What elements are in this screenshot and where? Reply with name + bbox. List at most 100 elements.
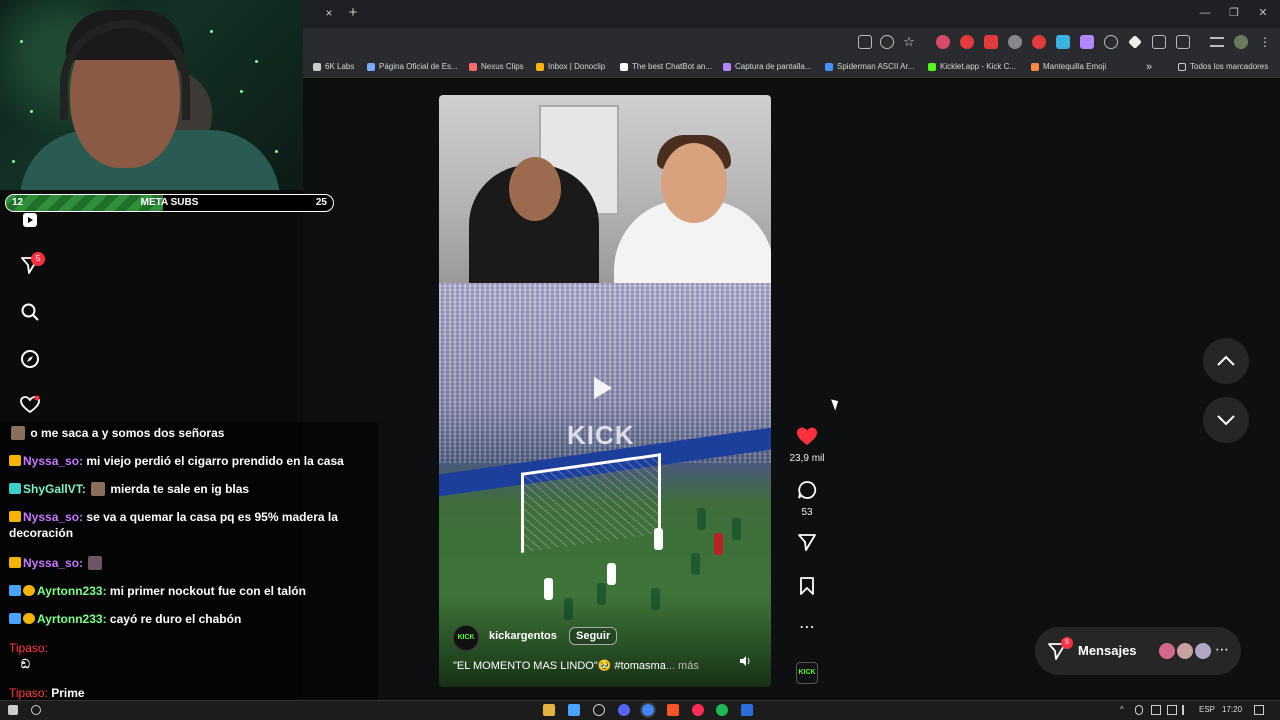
coin-badge-icon <box>23 613 35 624</box>
bookmark-label: Nexus Clips <box>481 62 524 71</box>
video-top-frame <box>439 95 771 290</box>
channel-avatar[interactable]: KICK <box>453 625 479 651</box>
extension-icon-4[interactable] <box>1008 35 1022 49</box>
chat-text: mierda te sale en ig blas <box>110 482 250 496</box>
kebab-menu-icon[interactable]: ⋮ <box>1258 35 1272 49</box>
brave-icon[interactable] <box>667 704 679 716</box>
adblock-icon[interactable] <box>984 35 998 49</box>
share-action[interactable] <box>794 532 820 557</box>
sound-icon[interactable] <box>739 655 751 670</box>
chevron-down-icon <box>1217 415 1235 426</box>
comment-action[interactable]: 53 <box>794 480 820 518</box>
messages-panel[interactable]: 5 Mensajes ⋯ <box>1035 627 1241 675</box>
network-icon[interactable] <box>1167 705 1177 715</box>
save-action[interactable] <box>794 576 820 601</box>
more-options-icon[interactable]: ⋯ <box>794 620 820 636</box>
microphone-icon[interactable] <box>1135 705 1143 715</box>
taskbar-app-icon[interactable] <box>568 704 580 716</box>
bookmark-item[interactable]: Inbox | Donoclip <box>536 60 605 74</box>
chat-username[interactable]: Tipaso: <box>9 641 48 655</box>
bookmark-item[interactable]: Spiderman ASCII Ar... <box>825 60 914 74</box>
minimize-button[interactable]: — <box>1198 6 1212 20</box>
chat-text: o me saca a y somos dos señoras <box>30 426 225 440</box>
chat-username[interactable]: Nyssa_so: <box>23 556 83 570</box>
meta-subs-label: META SUBS <box>140 197 199 208</box>
chat-username[interactable]: Ayrtonn233: <box>37 612 107 626</box>
play-icon[interactable] <box>594 377 612 399</box>
taskbar-app-icon[interactable] <box>593 704 605 716</box>
chat-username[interactable]: ShyGallVT: <box>23 482 86 496</box>
audio-thumbnail[interactable]: KICK <box>796 662 818 684</box>
like-action[interactable]: 23,9 mil <box>789 426 825 464</box>
chrome-icon[interactable] <box>642 704 654 716</box>
start-icon[interactable] <box>8 705 18 715</box>
extensions-puzzle-icon[interactable] <box>1176 35 1190 49</box>
close-window-button[interactable]: ✕ <box>1256 6 1270 20</box>
heart-notifications-icon[interactable] <box>18 393 42 417</box>
bookmark-item[interactable]: Kicklet.app - Kick C... <box>928 60 1016 74</box>
bookmark-favicon-icon <box>620 63 628 71</box>
comment-icon[interactable] <box>797 480 817 500</box>
file-explorer-icon[interactable] <box>543 704 555 716</box>
taskbar-app-icon[interactable] <box>741 704 753 716</box>
reels-icon[interactable] <box>18 208 42 232</box>
bookmark-item[interactable]: Mantequilla Emoji <box>1031 60 1106 74</box>
notifications-icon[interactable] <box>1254 705 1264 715</box>
extension-icon-6[interactable] <box>1056 35 1070 49</box>
clock[interactable]: 17:20 <box>1222 704 1242 716</box>
bookmark-label: Inbox | Donoclip <box>548 62 606 71</box>
chat-message: Nyssa_so: se va a quemar la casa pq es 9… <box>9 509 374 541</box>
channel-username[interactable]: kickargentos <box>489 630 557 642</box>
spotify-icon[interactable] <box>716 704 728 716</box>
zoom-icon[interactable] <box>880 35 894 49</box>
search-icon[interactable] <box>18 300 42 324</box>
extension-icon-1[interactable] <box>936 35 950 49</box>
follow-button[interactable]: Seguir <box>569 627 618 645</box>
heart-icon[interactable] <box>796 426 818 446</box>
chat-text: mi viejo perdió el cigarro prendido en l… <box>86 454 344 468</box>
extension-icon-5[interactable] <box>1032 35 1046 49</box>
bookmark-label: Captura de pantalla... <box>735 62 812 71</box>
explore-icon[interactable] <box>18 347 42 371</box>
chat-username[interactable]: Ayrtonn233: <box>37 584 107 598</box>
sub-badge-icon <box>9 483 21 494</box>
volume-icon[interactable] <box>1182 705 1192 715</box>
chat-username[interactable]: Tipaso: <box>9 686 48 700</box>
language-indicator[interactable]: ESP <box>1199 704 1215 716</box>
reel-video[interactable]: KICK KICK kickargentos Seguir "EL MOMENT… <box>439 95 771 687</box>
discord-icon[interactable] <box>618 704 630 716</box>
bookmark-item[interactable]: Captura de pantalla... <box>723 60 812 74</box>
all-bookmarks-button[interactable]: Todos los marcadores <box>1178 60 1268 74</box>
tray-app-icon[interactable] <box>1151 705 1161 715</box>
chat-username[interactable]: Nyssa_so: <box>23 454 83 468</box>
install-app-icon[interactable] <box>858 35 872 49</box>
caption-more-link[interactable]: ... más <box>666 660 699 672</box>
video-caption[interactable]: "EL MOMENTO MAS LINDO"🥹 #tomasma... más <box>453 659 753 672</box>
more-icon[interactable]: ⋯ <box>1215 641 1229 658</box>
tray-overflow-icon[interactable]: ^ <box>1120 704 1124 716</box>
chat-username[interactable]: Nyssa_so: <box>23 510 83 524</box>
maximize-button[interactable]: ❐ <box>1227 6 1241 20</box>
previous-reel-button[interactable] <box>1203 338 1249 384</box>
bookmark-item[interactable]: Página Oficial de Es... <box>367 60 458 74</box>
close-tab-icon[interactable]: × <box>322 6 336 20</box>
taskbar-search-icon[interactable] <box>31 705 41 715</box>
bookmarks-overflow-button[interactable]: » <box>1146 60 1152 74</box>
bookmark-label: The best ChatBot an... <box>632 62 713 71</box>
bookmark-item[interactable]: 6K Labs <box>313 60 354 74</box>
bookmark-item[interactable]: Nexus Clips <box>469 60 524 74</box>
bookmark-icon[interactable] <box>798 576 816 596</box>
extension-icon-10[interactable] <box>1152 35 1166 49</box>
bookmark-item[interactable]: The best ChatBot an... <box>620 60 712 74</box>
extension-icon-2[interactable] <box>960 35 974 49</box>
share-icon[interactable] <box>797 532 817 552</box>
profile-avatar[interactable] <box>1234 35 1248 49</box>
next-reel-button[interactable] <box>1203 397 1249 443</box>
crown-badge-icon <box>9 557 21 568</box>
new-tab-button[interactable]: + <box>346 5 360 21</box>
bookmark-star-icon[interactable]: ☆ <box>902 35 916 49</box>
extension-icon-7[interactable] <box>1080 35 1094 49</box>
extension-icon-8[interactable] <box>1104 35 1118 49</box>
reading-list-icon[interactable] <box>1210 37 1224 47</box>
taskbar-app-icon[interactable] <box>692 704 704 716</box>
